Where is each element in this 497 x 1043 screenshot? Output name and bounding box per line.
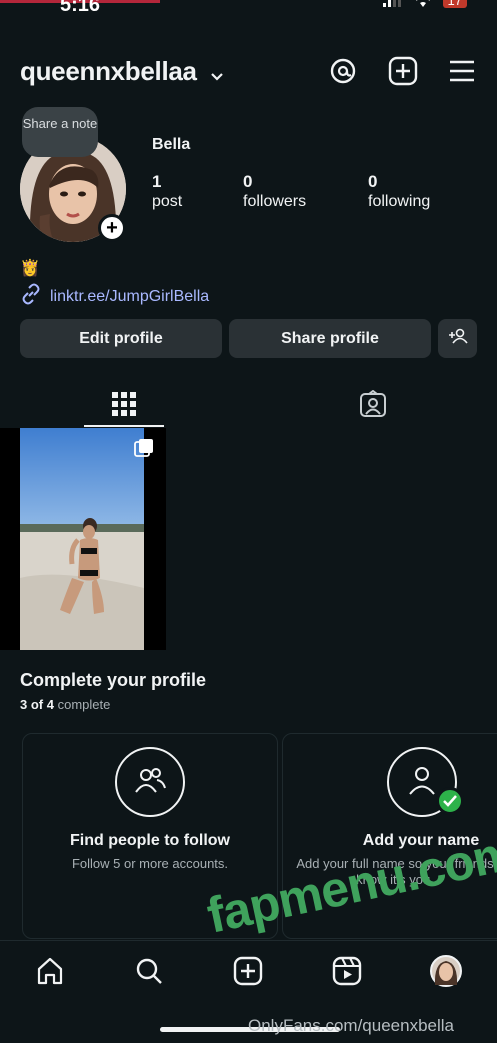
progress-count: 3 of 4 — [20, 697, 54, 712]
following-label: following — [368, 193, 431, 210]
find-people-title: Find people to follow — [70, 832, 230, 849]
create-post-icon[interactable] — [388, 56, 418, 86]
menu-icon[interactable] — [447, 56, 477, 86]
person-icon — [407, 765, 437, 800]
watermark-source: OnlyFans.com/queenxbella — [248, 1016, 455, 1035]
followers-count: 0 — [243, 172, 253, 191]
posts-stat[interactable]: 1 post — [152, 172, 182, 212]
signal-icon — [382, 0, 401, 7]
bio-emoji: 👸 — [20, 260, 40, 277]
reels-icon[interactable] — [331, 955, 363, 987]
followers-label: followers — [243, 193, 307, 210]
find-people-subtitle: Follow 5 or more accounts. — [71, 856, 229, 871]
status-time: 5:16 — [60, 0, 101, 16]
active-tab-indicator — [84, 425, 164, 427]
find-people-icon-circle — [115, 747, 185, 817]
profile-avatar-nav[interactable] — [430, 955, 462, 987]
add-story-button[interactable]: + — [98, 214, 126, 242]
wifi-icon — [415, 0, 430, 7]
complete-profile-title: Complete your profile — [20, 670, 207, 690]
followers-stat[interactable]: 0 followers — [243, 172, 306, 212]
username-switcher[interactable]: queennxbellaa — [20, 56, 224, 89]
username-label: queennxbellaa — [20, 56, 197, 86]
tab-tagged[interactable] — [333, 384, 413, 428]
add-person-icon — [448, 328, 468, 349]
plus-icon: + — [106, 217, 118, 239]
share-note-bubble[interactable]: Share a note — [22, 107, 98, 157]
grid-icon — [112, 391, 136, 421]
posts-label: post — [152, 193, 183, 210]
display-name: Bella — [152, 136, 191, 153]
search-icon[interactable] — [133, 955, 165, 987]
edit-profile-button[interactable]: Edit profile — [20, 319, 222, 358]
carousel-icon — [134, 438, 154, 463]
discover-people-button[interactable] — [438, 319, 477, 358]
check-icon — [436, 787, 464, 815]
link-icon — [20, 283, 42, 310]
tab-posts-grid[interactable] — [84, 384, 164, 428]
share-profile-button[interactable]: Share profile — [229, 319, 431, 358]
progress-suffix: complete — [57, 697, 111, 712]
status-icons: 17 — [382, 0, 467, 8]
following-count: 0 — [368, 172, 378, 191]
bio-link[interactable]: linktr.ee/JumpGirlBella — [20, 283, 209, 310]
threads-icon[interactable] — [328, 56, 358, 86]
posts-count: 1 — [152, 172, 162, 191]
chevron-down-icon — [210, 58, 224, 89]
following-stat[interactable]: 0 following — [368, 172, 430, 212]
complete-profile-progress: 3 of 4 complete — [20, 697, 110, 712]
people-icon — [133, 766, 167, 799]
bio-link-text: linktr.ee/JumpGirlBella — [50, 287, 210, 305]
home-icon[interactable] — [34, 955, 66, 987]
create-icon[interactable] — [232, 955, 264, 987]
battery-indicator: 17 — [442, 0, 467, 8]
tagged-person-icon — [359, 389, 387, 423]
